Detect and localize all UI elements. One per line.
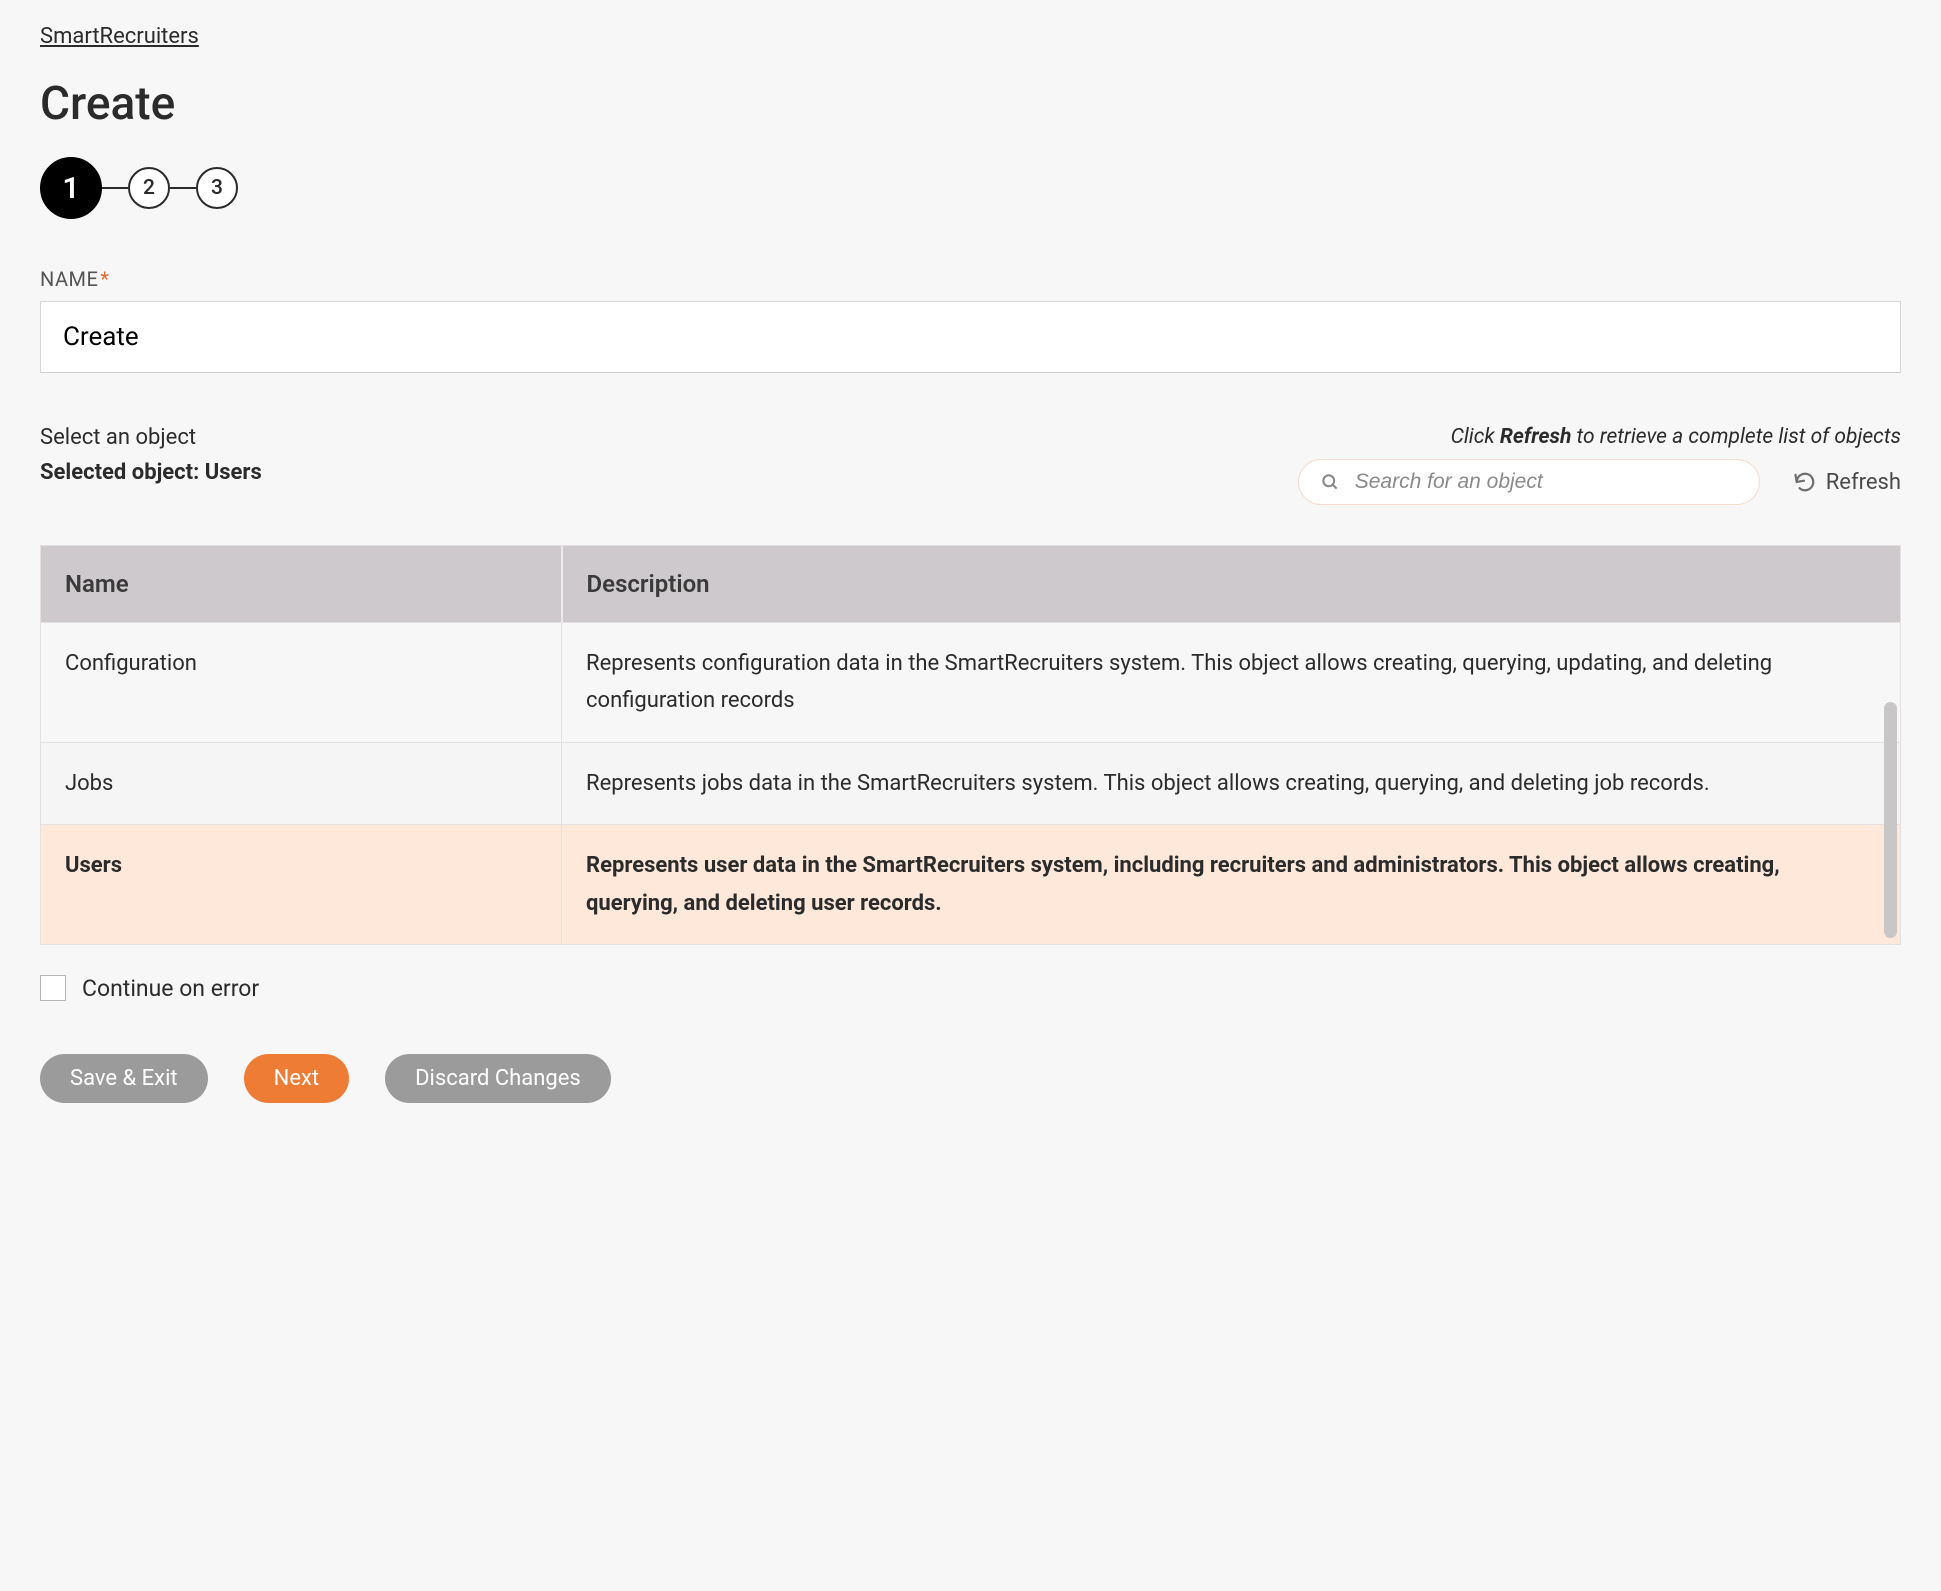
name-field-label: NAME* [40,267,1901,291]
refresh-label: Refresh [1826,470,1901,495]
search-icon [1320,472,1340,492]
refresh-hint-bold: Refresh [1500,425,1571,449]
table-row[interactable]: Configuration Represents configuration d… [41,623,1900,743]
table-row[interactable]: Users Represents user data in the SmartR… [41,825,1900,944]
refresh-hint-prefix: Click [1451,425,1500,449]
discard-button[interactable]: Discard Changes [385,1054,611,1103]
selected-object-prefix: Selected object: [40,460,205,485]
table-header-description[interactable]: Description [562,546,1900,623]
scrollbar[interactable] [1884,702,1897,938]
search-input[interactable] [1298,459,1760,505]
cell-name: Users [41,825,562,944]
select-object-instruction: Select an object [40,425,262,450]
table-row[interactable]: Jobs Represents jobs data in the SmartRe… [41,742,1900,824]
name-label-text: NAME [40,267,98,291]
required-asterisk: * [100,267,109,291]
object-table-container: Name Description Configuration Represent… [40,545,1901,945]
cell-name: Configuration [41,623,562,743]
cell-description: Represents user data in the SmartRecruit… [562,825,1900,944]
cell-description: Represents jobs data in the SmartRecruit… [562,742,1900,824]
stepper: 1 2 3 [40,157,1901,219]
save-exit-button[interactable]: Save & Exit [40,1054,208,1103]
refresh-button[interactable]: Refresh [1794,470,1901,495]
step-2[interactable]: 2 [128,167,170,209]
refresh-hint: Click Refresh to retrieve a complete lis… [1451,425,1901,449]
name-input[interactable] [40,301,1901,373]
next-button[interactable]: Next [244,1054,349,1103]
breadcrumb-smartrecruiters[interactable]: SmartRecruiters [40,24,199,49]
step-connector [102,187,128,189]
table-header-name[interactable]: Name [41,546,562,623]
search-container [1298,459,1760,505]
selected-object-value: Users [205,460,262,485]
selected-object-line: Selected object: Users [40,460,262,485]
cell-name: Jobs [41,742,562,824]
cell-description: Represents configuration data in the Sma… [562,623,1900,743]
step-3[interactable]: 3 [196,167,238,209]
refresh-icon [1794,471,1816,493]
step-1[interactable]: 1 [40,157,102,219]
continue-on-error-checkbox[interactable] [40,975,66,1001]
page-title: Create [40,77,1901,131]
object-table: Name Description Configuration Represent… [41,546,1900,944]
step-connector [170,187,196,189]
continue-on-error-label: Continue on error [82,975,259,1002]
refresh-hint-suffix: to retrieve a complete list of objects [1571,425,1901,449]
